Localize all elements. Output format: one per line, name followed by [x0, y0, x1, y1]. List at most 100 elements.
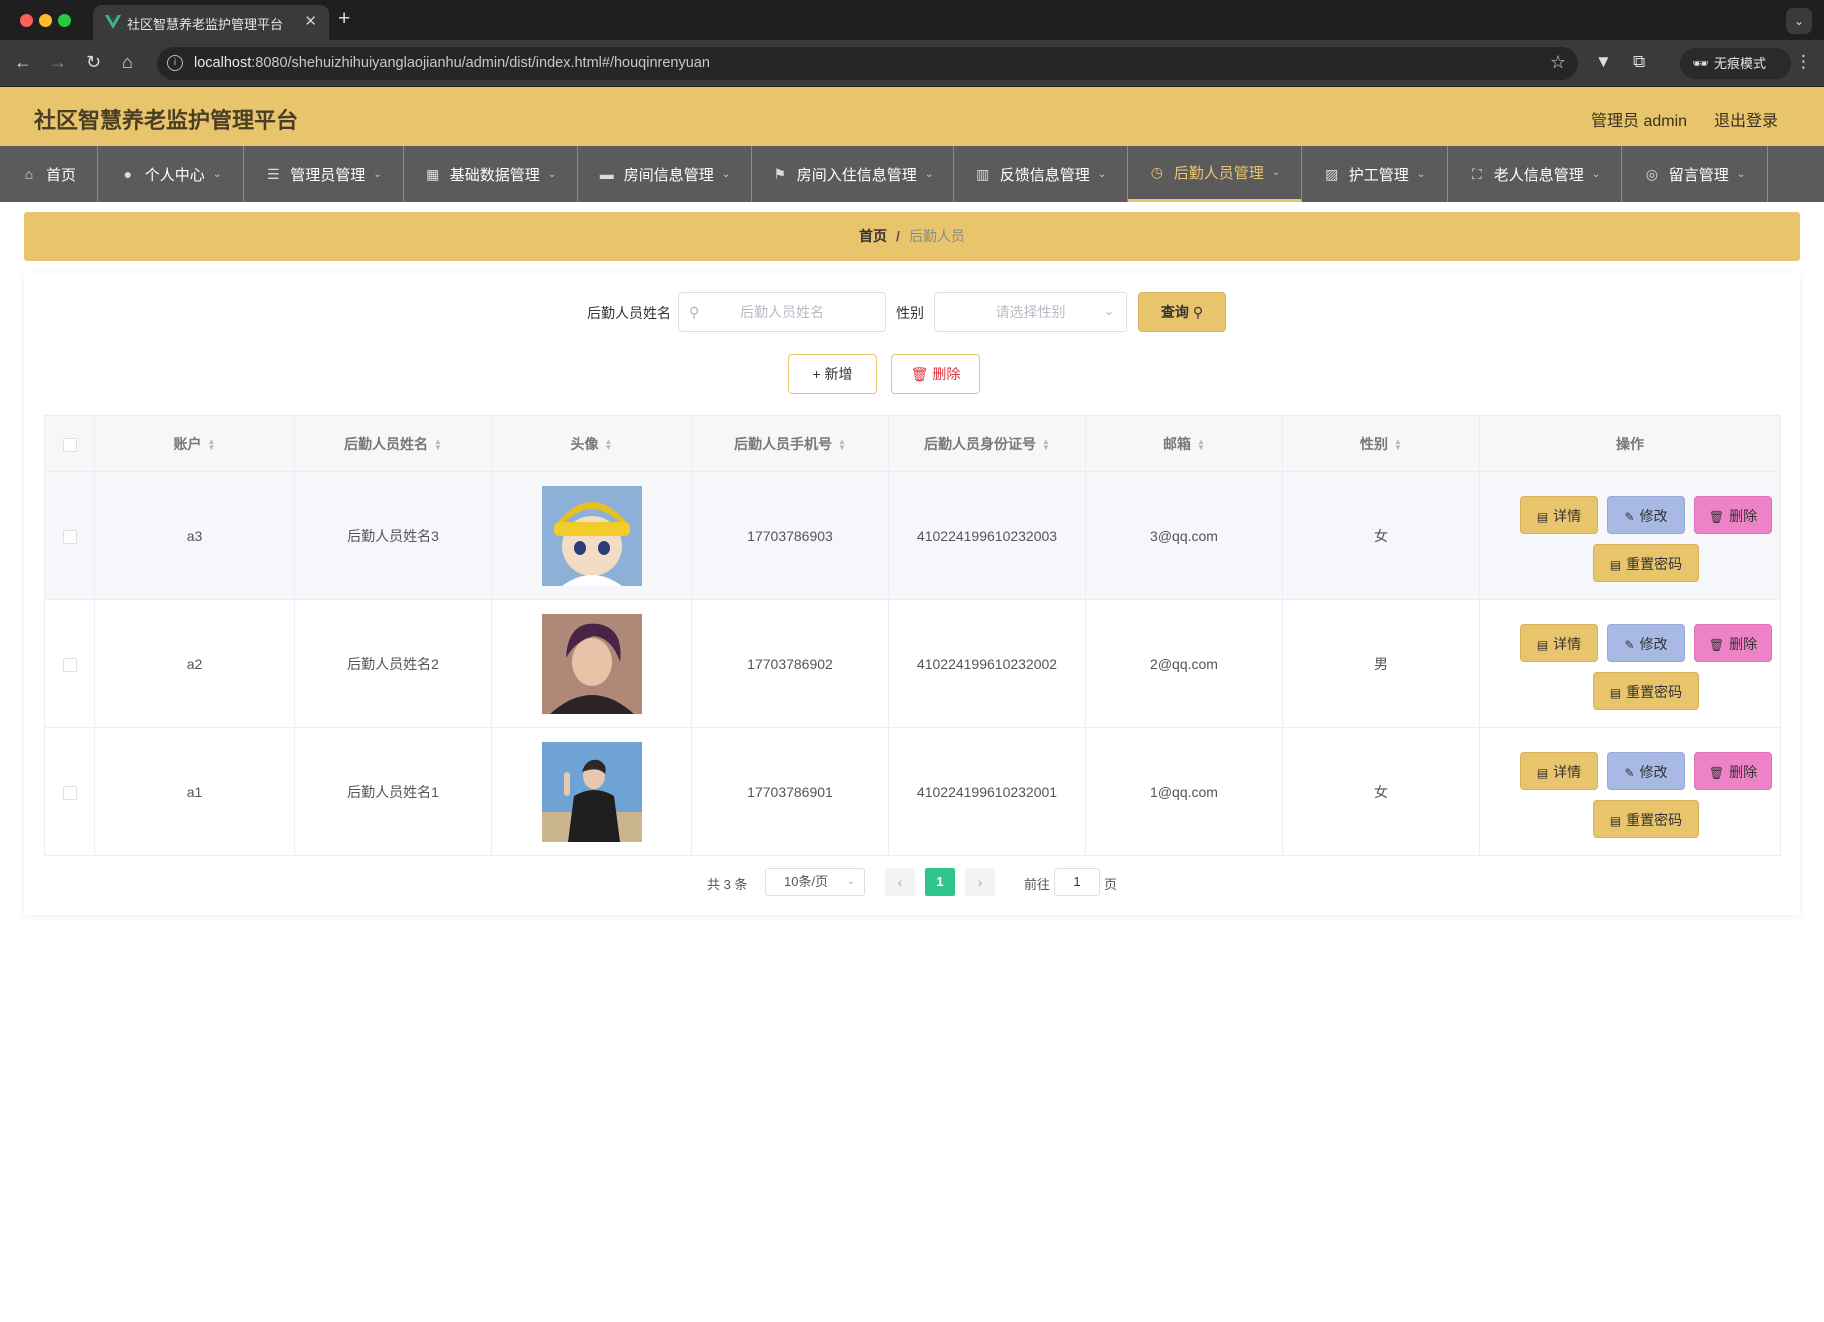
chart-icon: ▨ — [1325, 165, 1339, 182]
address-bar[interactable]: i localhost:8080/shehuizhihuiyanglaojian… — [157, 47, 1578, 80]
menu-item-message-management[interactable]: ◎ 留言管理 ⌄ — [1622, 146, 1768, 202]
next-page-button[interactable]: › — [965, 868, 995, 896]
delete-button-label: 删除 — [1729, 763, 1758, 780]
menu-item-logistics-staff-management[interactable]: ◷ 后勤人员管理 ⌄ — [1128, 146, 1302, 202]
maximize-window-dot[interactable] — [58, 14, 71, 27]
delete-button[interactable]: 🗑 删除 — [1694, 623, 1772, 662]
browser-tab[interactable]: 社区智慧养老监护管理平台 ✕ — [93, 5, 329, 40]
bookmark-star-icon[interactable]: ☆ — [1550, 52, 1566, 73]
sort-icon[interactable]: ▲ ▼ — [1042, 437, 1050, 451]
document-icon: ▤ — [1536, 509, 1549, 524]
row-checkbox[interactable] — [62, 657, 77, 672]
page-number-current[interactable]: 1 — [925, 868, 955, 896]
sort-icon[interactable]: ▲ ▼ — [838, 437, 846, 451]
edit-button[interactable]: ✎ 修改 — [1607, 623, 1685, 662]
tab-list-icon[interactable]: ⌄ — [1786, 8, 1812, 34]
breadcrumb-current: 后勤人员 — [908, 228, 965, 244]
query-button-label: 查询 — [1160, 304, 1189, 320]
incognito-label: 无痕模式 — [1714, 56, 1767, 71]
detail-button-label: 详情 — [1553, 763, 1582, 780]
row-actions: ▤ 详情 ✎ 修改 🗑 删除 ▤ 重置密码 — [1520, 486, 1772, 586]
actions-cell: ▤ 详情 ✎ 修改 🗑 删除 ▤ 重置密码 — [1479, 471, 1781, 600]
sort-icon[interactable]: ▲ ▼ — [605, 437, 613, 451]
reload-icon[interactable]: ↻ — [86, 52, 101, 73]
back-icon[interactable]: ← — [14, 52, 32, 73]
select-all-checkbox[interactable] — [62, 437, 77, 452]
reset-password-button[interactable]: ▤ 重置密码 — [1593, 543, 1699, 582]
row-checkbox[interactable] — [62, 529, 77, 544]
column-header-account[interactable]: 账户 ▲ ▼ — [94, 415, 295, 472]
name-cell: 后勤人员姓名3 — [294, 471, 492, 600]
sort-icon[interactable]: ▲ ▼ — [1197, 437, 1205, 451]
add-button-label: 新增 — [824, 366, 853, 382]
batch-delete-button[interactable]: 🗑 删除 — [891, 354, 980, 394]
incognito-indicator[interactable]: 🕶 无痕模式 — [1680, 48, 1791, 79]
menu-item-feedback-management[interactable]: ▥ 反馈信息管理 ⌄ — [954, 146, 1128, 202]
query-button[interactable]: 查询 ⚲ — [1138, 292, 1226, 332]
column-header-id-card[interactable]: 后勤人员身份证号 ▲ ▼ — [888, 415, 1086, 472]
email-cell: 3@qq.com — [1085, 471, 1283, 600]
menu-item-personal-center[interactable]: ● 个人中心 ⌄ — [98, 146, 244, 202]
detail-button[interactable]: ▤ 详情 — [1520, 495, 1598, 534]
logout-link[interactable]: 退出登录 — [1714, 107, 1778, 131]
avatar[interactable] — [541, 741, 642, 842]
menu-item-admin-management[interactable]: ☰ 管理员管理 ⌄ — [244, 146, 404, 202]
goto-page-input[interactable]: 1 — [1054, 868, 1100, 896]
target-icon: ◎ — [1645, 165, 1658, 182]
column-header-label: 账户 — [173, 435, 202, 452]
pencil-icon: ✎ — [1624, 765, 1635, 780]
forward-icon[interactable]: → — [49, 52, 67, 73]
detail-button[interactable]: ▤ 详情 — [1520, 623, 1598, 662]
column-header-phone[interactable]: 后勤人员手机号 ▲ ▼ — [691, 415, 889, 472]
detail-button[interactable]: ▤ 详情 — [1520, 751, 1598, 790]
site-info-icon[interactable]: i — [167, 55, 183, 71]
document-icon: ▤ — [1609, 813, 1622, 828]
column-header-email[interactable]: 邮箱 ▲ ▼ — [1085, 415, 1283, 472]
name-search-field[interactable]: ⚲ — [678, 292, 886, 332]
menu-item-room-info-management[interactable]: ▬ 房间信息管理 ⌄ — [578, 146, 752, 202]
menu-item-room-checkin-management[interactable]: ⚑ 房间入住信息管理 ⌄ — [752, 146, 954, 202]
home-icon[interactable]: ⌂ — [122, 52, 133, 73]
new-tab-icon[interactable]: + — [338, 7, 350, 31]
add-button[interactable]: + 新增 — [788, 354, 877, 394]
gender-select[interactable]: ⌄ — [934, 292, 1127, 332]
reset-password-button[interactable]: ▤ 重置密码 — [1593, 799, 1699, 838]
breadcrumb-home[interactable]: 首页 — [859, 228, 887, 244]
trash-icon: 🗑 — [1708, 509, 1725, 524]
name-search-input[interactable] — [679, 293, 885, 331]
extensions-icon[interactable]: ⧉ — [1633, 52, 1645, 72]
edit-button[interactable]: ✎ 修改 — [1607, 751, 1685, 790]
column-header-name[interactable]: 后勤人员姓名 ▲ ▼ — [294, 415, 492, 472]
delete-button[interactable]: 🗑 删除 — [1694, 751, 1772, 790]
row-checkbox[interactable] — [62, 785, 77, 800]
avatar[interactable] — [541, 485, 642, 586]
reset-password-button[interactable]: ▤ 重置密码 — [1593, 671, 1699, 710]
sort-icon[interactable]: ▲ ▼ — [1394, 437, 1402, 451]
column-header-gender[interactable]: 性别 ▲ ▼ — [1282, 415, 1480, 472]
sort-icon[interactable]: ▲ ▼ — [208, 437, 216, 451]
close-tab-icon[interactable]: ✕ — [304, 12, 317, 30]
sort-icon[interactable]: ▲ ▼ — [434, 437, 442, 451]
avatar[interactable] — [541, 613, 642, 714]
menu-item-base-data-management[interactable]: ▦ 基础数据管理 ⌄ — [404, 146, 578, 202]
close-window-dot[interactable] — [20, 14, 33, 27]
menu-item-elderly-info-management[interactable]: ⛶ 老人信息管理 ⌄ — [1448, 146, 1622, 202]
table-header-row: 账户 ▲ ▼ 后勤人员姓名 ▲ ▼ 头像 ▲ ▼ 后勤人员手机号 ▲ ▼ 后勤人员身份证号 ▲ ▼ … — [44, 415, 1781, 472]
gender-select-input[interactable] — [935, 293, 1126, 331]
menu-item-home[interactable]: ⌂ 首页 — [0, 146, 98, 202]
url-text[interactable]: localhost:8080/shehuizhihuiyanglaojianhu… — [194, 55, 710, 71]
vue-devtools-icon[interactable]: ▼ — [1595, 52, 1612, 72]
menu-item-caregiver-management[interactable]: ▨ 护工管理 ⌄ — [1302, 146, 1448, 202]
delete-button[interactable]: 🗑 删除 — [1694, 495, 1772, 534]
fullscreen-icon: ⛶ — [1471, 165, 1482, 182]
list-icon: ☰ — [267, 165, 280, 182]
prev-page-button[interactable]: ‹ — [885, 868, 915, 896]
page-size-select[interactable]: 10条/页 ⌄ — [765, 868, 865, 896]
main-menu: ⌂ 首页 ● 个人中心 ⌄ ☰ 管理员管理 ⌄ ▦ 基础数据管理 ⌄ ▬ 房间信息管理 ⌄ ⚑ 房间… — [0, 146, 1824, 202]
browser-menu-icon[interactable]: ⋮ — [1795, 52, 1812, 72]
edit-button[interactable]: ✎ 修改 — [1607, 495, 1685, 534]
vue-favicon-icon — [105, 15, 121, 29]
minimize-window-dot[interactable] — [39, 14, 52, 27]
column-header-avatar[interactable]: 头像 ▲ ▼ — [491, 415, 692, 472]
chevron-down-icon: ⌄ — [721, 168, 731, 180]
